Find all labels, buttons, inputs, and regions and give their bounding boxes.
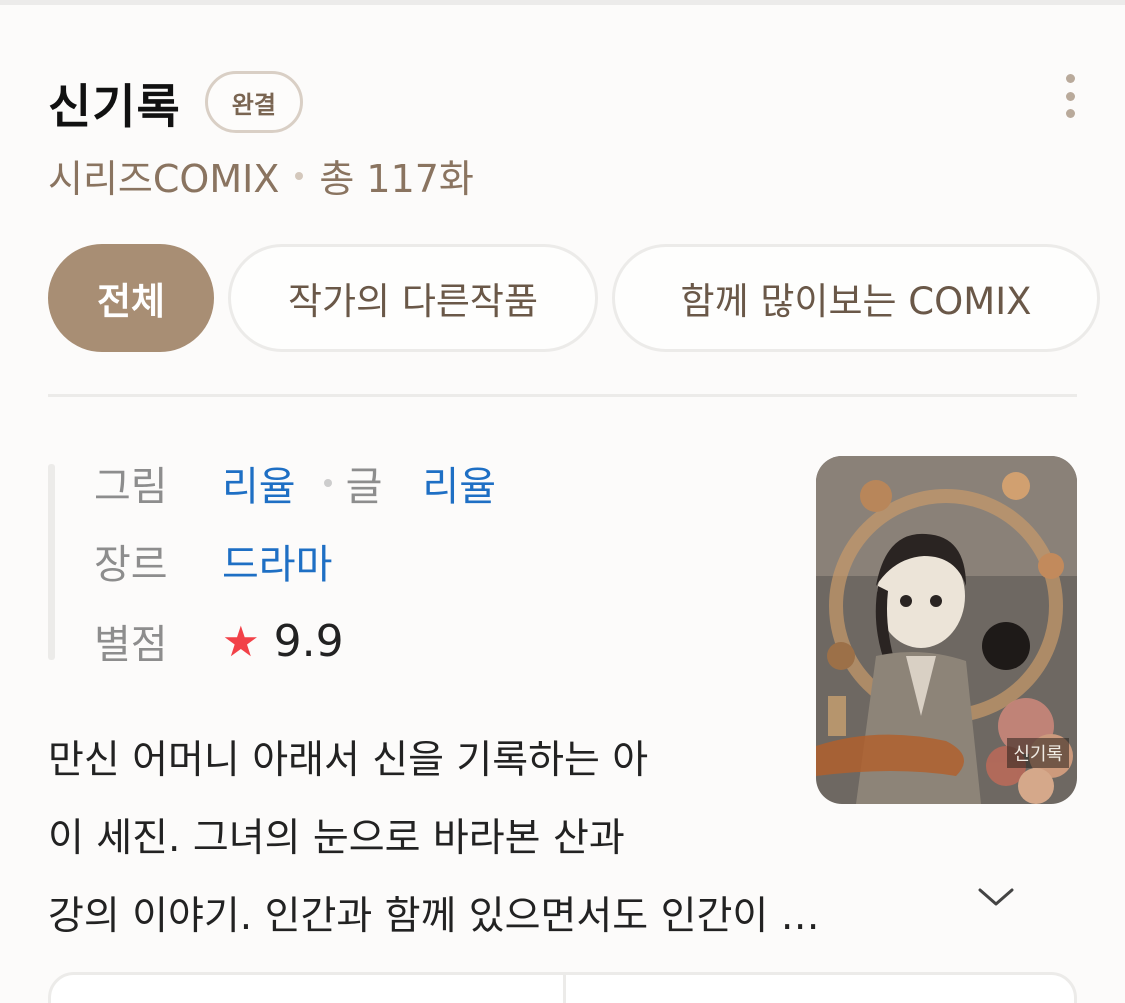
rating-label: 별점 [94, 622, 168, 668]
section-divider [48, 394, 1077, 397]
top-strip [0, 0, 1125, 5]
rating-row: 별점 ★ 9.9 [94, 610, 344, 672]
writer-link[interactable]: 리율 [422, 454, 496, 512]
separator-dot [295, 171, 304, 180]
artist-link[interactable]: 리율 [222, 454, 296, 512]
action-box [48, 972, 1077, 1003]
action-box-divider [563, 975, 566, 1003]
story-label: 글 [345, 464, 383, 510]
tab-frequently-viewed-together[interactable]: 함께 많이보는 COMIX [612, 244, 1100, 352]
series-meta: 시리즈COMIX 총 117화 [48, 148, 474, 203]
more-vertical-icon-dot [1065, 74, 1075, 83]
expand-description-button[interactable] [976, 882, 1016, 912]
status-badge: 완결 [204, 71, 303, 133]
description-line: 만신 어머니 아래서 신을 기록하는 아 [48, 738, 649, 783]
creator-row: 그림 리율 글 리율 [94, 452, 496, 514]
more-vertical-icon-dot [1065, 91, 1075, 101]
star-icon: ★ [222, 616, 260, 666]
series-info: 그림 리율 글 리율 장르 드라마 별점 ★ 9.9 [48, 450, 768, 668]
genre-link[interactable]: 드라마 [222, 532, 332, 590]
more-vertical-icon-dot [1065, 109, 1075, 118]
genre-row: 장르 드라마 [94, 530, 332, 592]
tab-author-other-works[interactable]: 작가의 다른작품 [228, 244, 598, 352]
rating-value: 9.9 [273, 615, 344, 667]
episode-count: 총 117화 [319, 157, 474, 201]
info-side-bar [48, 464, 55, 660]
description: 만신 어머니 아래서 신을 기록하는 아 이 세진. 그녀의 눈으로 바라본 산… [48, 722, 968, 956]
content-tabs: 전체 작가의 다른작품 함께 많이보는 COMIX [48, 244, 1100, 352]
cover-title-text: 신기록 [1007, 738, 1069, 768]
page-title: 신기록 [48, 79, 181, 135]
art-label: 그림 [94, 464, 168, 510]
description-line: 이 세진. 그녀의 눈으로 바라본 산과 [48, 816, 625, 861]
title-row: 신기록 완결 [48, 66, 1085, 138]
tab-all[interactable]: 전체 [48, 244, 214, 352]
genre-label: 장르 [94, 542, 168, 588]
more-options-button[interactable] [1059, 74, 1081, 118]
separator-dot [323, 479, 332, 487]
chevron-down-icon [978, 888, 1014, 906]
publisher-label: 시리즈COMIX [48, 157, 280, 201]
series-header: 신기록 완결 [48, 66, 1085, 146]
description-line: 강의 이야기. 인간과 함께 있으면서도 인간이 … [48, 894, 820, 939]
